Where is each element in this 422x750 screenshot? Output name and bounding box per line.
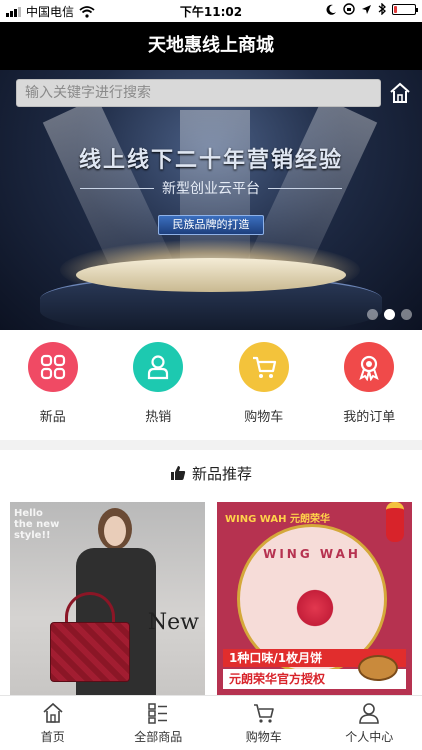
- home-icon: [43, 702, 63, 723]
- user-icon-circle: [133, 342, 184, 392]
- product-card[interactable]: Hello the new style!! New: [10, 502, 205, 695]
- quick-nav-new[interactable]: 新品: [0, 330, 106, 440]
- product-brand: WING WAH 元朗荣华: [225, 514, 330, 525]
- product-slogan: Hello the new style!!: [14, 508, 60, 541]
- status-right: [326, 3, 418, 15]
- orientation-lock-icon: [343, 3, 355, 15]
- cart-icon: [252, 356, 276, 378]
- new-products-section: 新品推荐 Hello the new style!! New WING WAH …: [0, 450, 422, 695]
- search-input[interactable]: [17, 80, 380, 106]
- product-card[interactable]: WING WAH WING WAH 元朗荣华 1种口味/1枚月饼 元朗荣华官方授…: [217, 502, 412, 695]
- carousel-dot[interactable]: [401, 309, 412, 320]
- home-button[interactable]: [386, 79, 414, 107]
- tab-bar: 首页 全部商品 购物车 个人中心: [0, 695, 422, 750]
- tab-home[interactable]: 首页: [0, 696, 106, 750]
- quick-nav-label: 热销: [145, 410, 172, 425]
- box-seal: WING WAH: [263, 547, 361, 561]
- stage-top: [76, 258, 346, 292]
- banner-subtitle-row: 新型创业云平台: [80, 178, 342, 198]
- banner-headline: 线上线下二十年营销经验: [78, 148, 343, 173]
- tab-label: 全部商品: [134, 729, 183, 744]
- moon-icon: [326, 4, 336, 15]
- peony-graphic: [288, 585, 342, 631]
- divider: [80, 187, 154, 189]
- carousel-dots: [367, 309, 412, 320]
- mooncake-image: [358, 655, 398, 681]
- product-list: Hello the new style!! New WING WAH WING …: [10, 502, 412, 695]
- model-face: [104, 516, 126, 546]
- tab-label: 首页: [40, 729, 65, 744]
- banner-carousel[interactable]: 线上线下二十年营销经验 新型创业云平台 民族品牌的打造: [0, 70, 422, 330]
- tab-label: 购物车: [245, 729, 282, 744]
- tab-profile[interactable]: 个人中心: [317, 696, 422, 750]
- thumbs-up-icon: [170, 466, 186, 480]
- person-icon: [359, 702, 380, 724]
- section-title: 新品推荐: [191, 464, 252, 483]
- quick-nav-label: 购物车: [244, 410, 284, 425]
- section-header: 新品推荐: [0, 450, 422, 496]
- banner-badge: 民族品牌的打造: [158, 215, 264, 235]
- grid-icon: [40, 354, 65, 380]
- cart-icon: [253, 703, 274, 723]
- tab-all-products[interactable]: 全部商品: [106, 696, 212, 750]
- location-icon: [362, 4, 371, 14]
- quick-nav-cart[interactable]: 购物车: [211, 330, 317, 440]
- search-box[interactable]: [16, 79, 381, 107]
- quick-nav-orders[interactable]: 我的订单: [317, 330, 422, 440]
- status-bar: 中国电信 下午11:02: [0, 0, 422, 22]
- bluetooth-icon: [378, 3, 386, 15]
- page-title: 天地惠线上商城: [0, 22, 422, 70]
- banner-subtitle: 新型创业云平台: [162, 181, 260, 197]
- quick-nav-hot[interactable]: 热销: [106, 330, 212, 440]
- award-icon-circle: [344, 342, 395, 392]
- grid-icon-circle: [27, 342, 78, 392]
- cart-icon-circle: [238, 342, 289, 392]
- quick-nav-label: 我的订单: [343, 410, 396, 425]
- handbag: [50, 622, 130, 682]
- carousel-dot-active[interactable]: [384, 309, 395, 320]
- product-mark: New: [147, 610, 199, 635]
- award-icon: [359, 355, 379, 381]
- battery-icon: [392, 3, 418, 15]
- carousel-dot[interactable]: [367, 309, 378, 320]
- quick-nav: 新品 热销 购物车 我的订单: [0, 330, 422, 440]
- tab-cart[interactable]: 购物车: [211, 696, 317, 750]
- lantern-icon: [386, 502, 404, 542]
- home-icon: [390, 82, 410, 103]
- tab-label: 个人中心: [345, 729, 394, 744]
- list-icon: [148, 702, 168, 724]
- user-icon: [148, 355, 169, 380]
- quick-nav-label: 新品: [39, 410, 66, 425]
- divider: [268, 187, 342, 189]
